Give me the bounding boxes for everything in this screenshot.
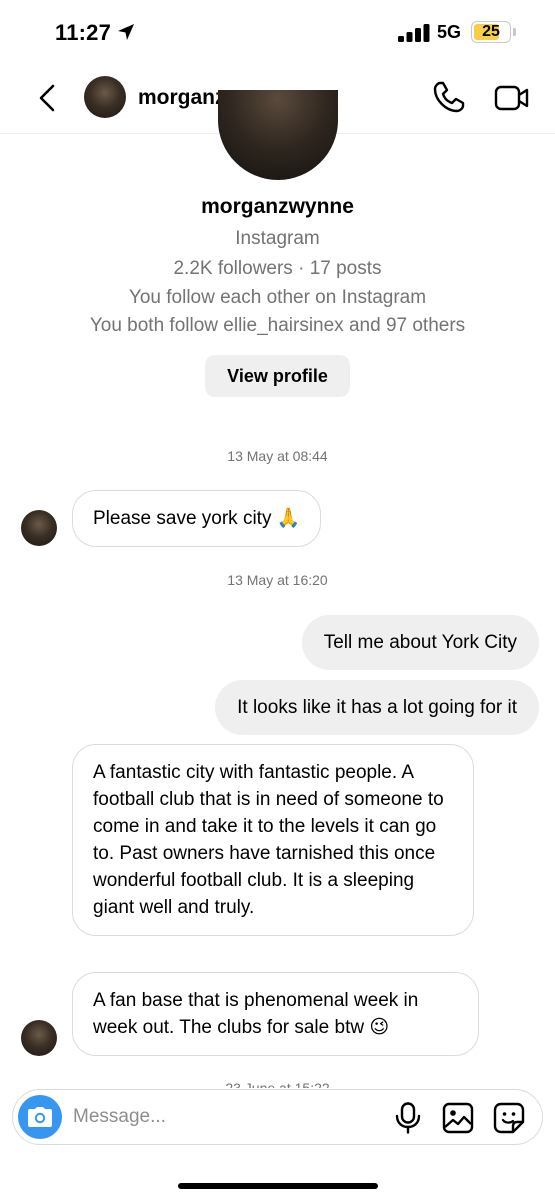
microphone-icon[interactable] [394, 1102, 422, 1134]
timestamp-partial: 23 June at 15:22 [225, 1080, 330, 1088]
header-avatar[interactable] [84, 76, 126, 118]
sender-avatar[interactable] [21, 510, 57, 546]
location-arrow-icon [118, 24, 134, 40]
camera-button[interactable] [18, 1095, 62, 1139]
profile-platform: Instagram [235, 228, 320, 249]
battery-icon: 25 [471, 21, 511, 43]
profile-mutual-follow: You follow each other on Instagram [128, 287, 427, 308]
battery-tip [513, 28, 516, 36]
profile-stats: 2.2K followers · 17 posts [173, 258, 382, 279]
message-composer [12, 1089, 543, 1145]
phone-icon[interactable] [432, 80, 466, 114]
status-bar: 11:27 5G 25 [0, 0, 555, 62]
battery-level: 25 [482, 23, 500, 40]
timestamp: 13 May at 16:20 [227, 572, 328, 588]
video-camera-icon[interactable] [494, 82, 530, 114]
gallery-icon[interactable] [442, 1102, 474, 1134]
network-type: 5G [437, 22, 462, 42]
sticker-icon[interactable] [493, 1102, 525, 1134]
message-sent[interactable]: It looks like it has a lot going for it [215, 680, 539, 735]
camera-icon [28, 1107, 52, 1127]
back-button[interactable] [30, 78, 64, 118]
profile-mutual-friends: You both follow ellie_hairsinex and 97 o… [89, 315, 466, 336]
profile-name: morganzwynne [201, 195, 354, 218]
profile-avatar[interactable] [218, 90, 338, 180]
view-profile-button[interactable]: View profile [205, 355, 350, 397]
timestamp: 13 May at 08:44 [227, 448, 328, 464]
status-time: 11:27 [55, 20, 112, 45]
chevron-left-icon [39, 84, 55, 112]
signal-bars-icon [398, 24, 430, 42]
message-received[interactable]: Please save york city 🙏 [72, 490, 322, 547]
message-received[interactable]: A fantastic city with fantastic people. … [72, 744, 474, 936]
message-received[interactable]: A fan base that is phenomenal week in we… [72, 972, 479, 1056]
message-input[interactable] [73, 1098, 373, 1136]
message-sent[interactable]: Tell me about York City [301, 615, 539, 670]
home-indicator[interactable] [178, 1183, 378, 1189]
sender-avatar[interactable] [21, 1020, 57, 1056]
